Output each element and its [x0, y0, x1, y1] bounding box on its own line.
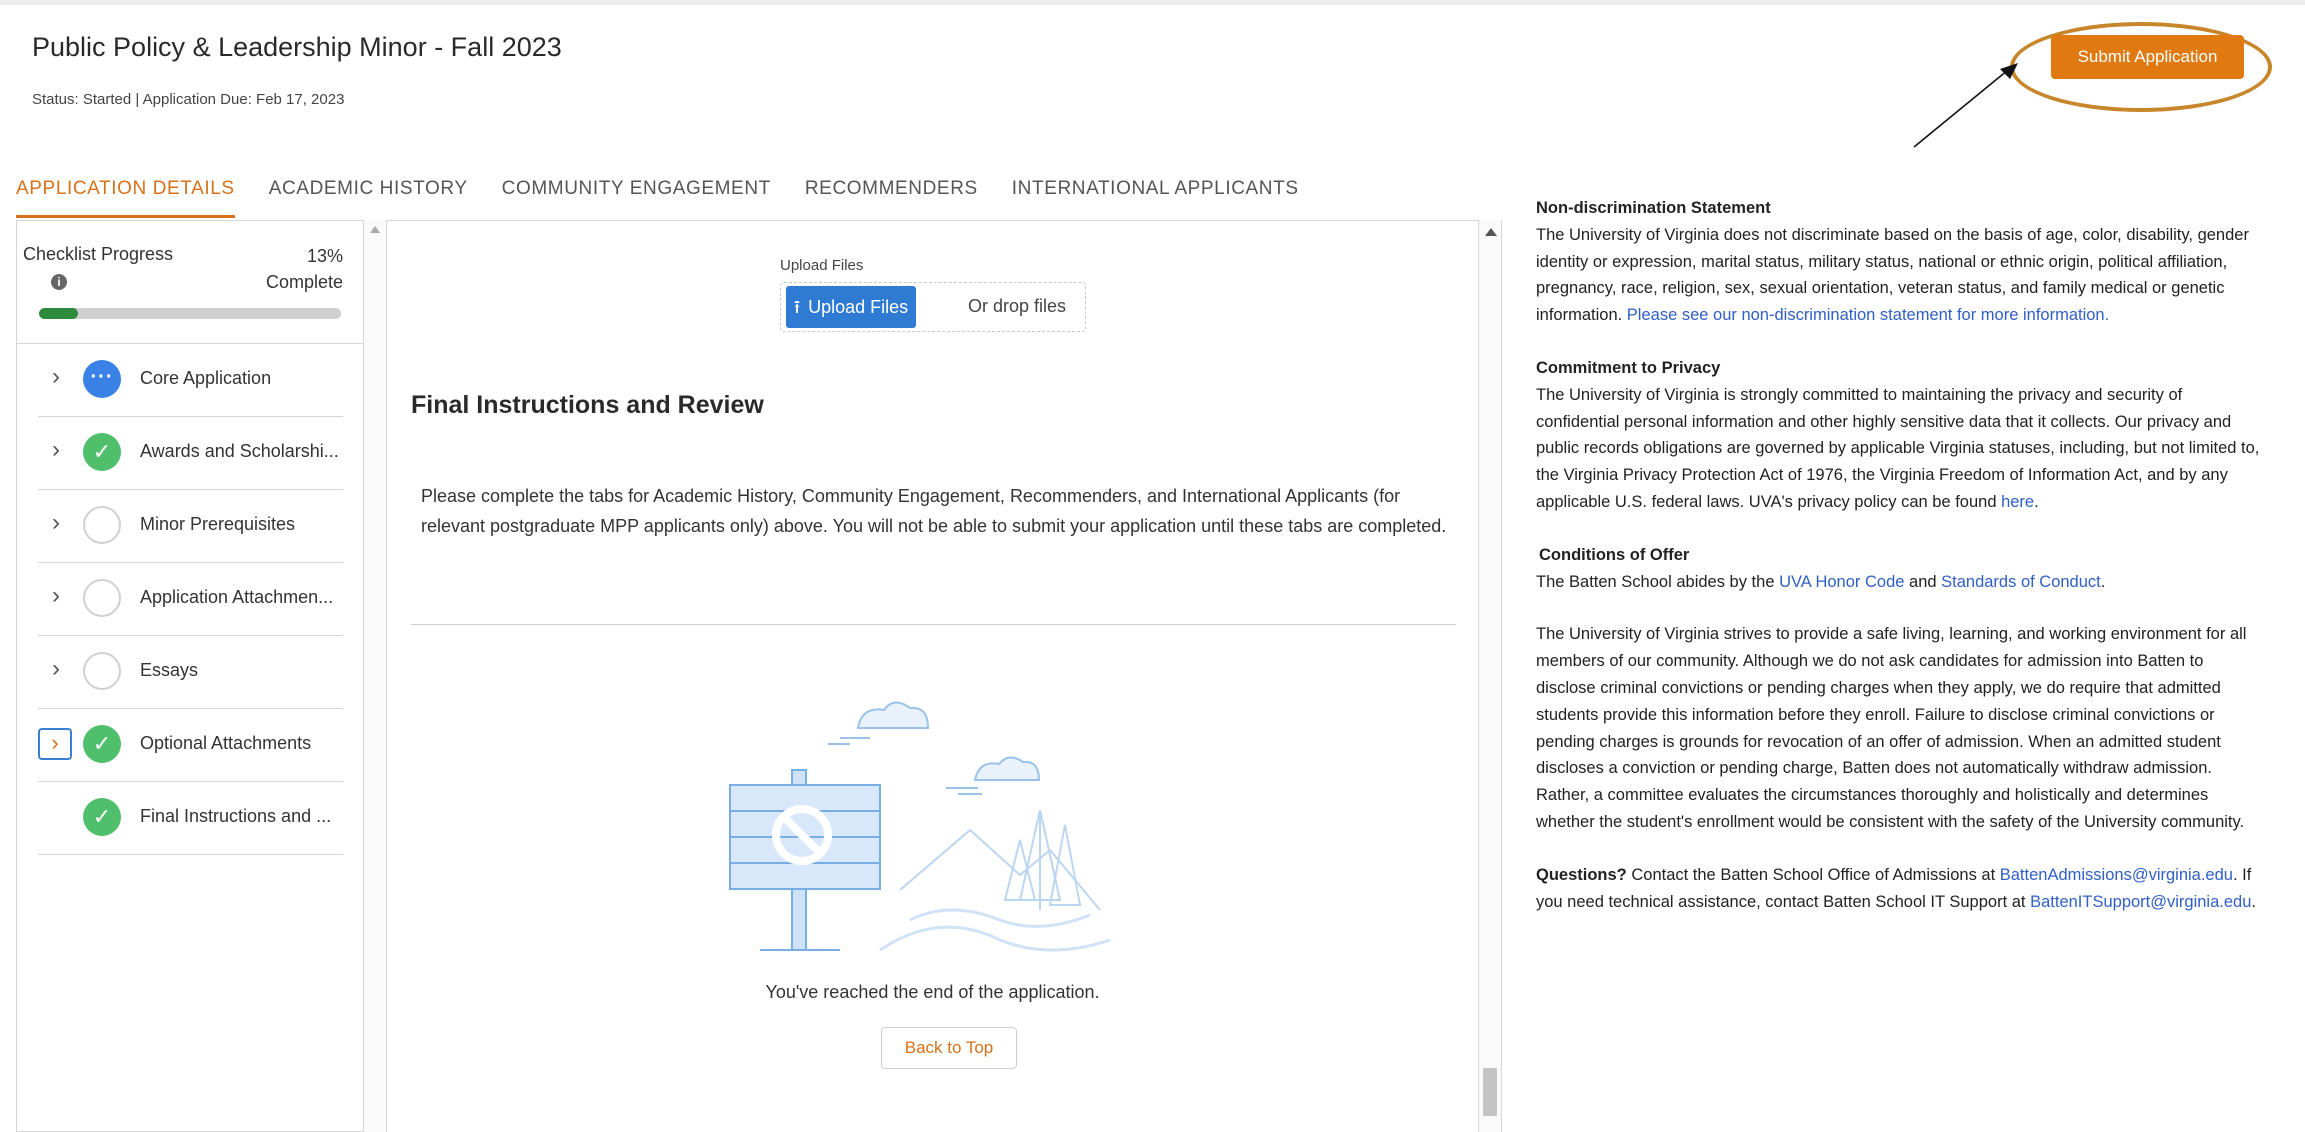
ellipsis-icon: ··· — [83, 360, 121, 398]
checklist-step[interactable]: › Minor Prerequisites — [38, 490, 343, 563]
checklist-step[interactable]: › Essays — [38, 636, 343, 709]
checkmark-icon: ✓ — [83, 433, 121, 471]
scroll-up-icon[interactable] — [1485, 228, 1497, 236]
checkmark-icon: ✓ — [83, 725, 121, 763]
checklist-step[interactable]: › ✓ Optional Attachments — [38, 709, 343, 782]
upload-files-button[interactable]: ⭱ Upload Files — [786, 286, 916, 328]
end-of-application-illustration — [729, 701, 1111, 952]
tab-academic-history[interactable]: ACADEMIC HISTORY — [269, 178, 468, 218]
tab-recommenders[interactable]: RECOMMENDERS — [805, 178, 978, 218]
checklist-step-label: Final Instructions and ... — [140, 806, 332, 826]
status-not-started-icon — [83, 579, 121, 617]
tab-bar: APPLICATION DETAILS ACADEMIC HISTORY COM… — [16, 178, 1333, 218]
checklist-step-label: Application Attachmen... — [140, 587, 334, 607]
checkmark-icon: ✓ — [83, 798, 121, 836]
instructions-text: Please complete the tabs for Academic Hi… — [421, 486, 1447, 536]
checklist-step[interactable]: › ✓ Awards and Scholarshi... — [38, 417, 343, 490]
tab-international-applicants[interactable]: INTERNATIONAL APPLICANTS — [1012, 178, 1299, 218]
conditions-end: . — [2100, 572, 2106, 591]
progress-bar — [39, 308, 341, 319]
privacy-end: . — [2034, 492, 2039, 511]
admissions-email-link[interactable]: BattenAdmissions@virginia.edu — [2000, 866, 2233, 884]
status-line: Status: Started | Application Due: Feb 1… — [32, 91, 345, 108]
chevron-right-icon[interactable]: › — [44, 657, 68, 682]
end-of-application-text: You've reached the end of the applicatio… — [765, 982, 1100, 1002]
scrollbar-thumb[interactable] — [1483, 1068, 1497, 1116]
chevron-right-icon[interactable]: › — [44, 438, 68, 463]
chevron-right-icon[interactable]: › — [44, 365, 68, 390]
checklist-step-label: Minor Prerequisites — [140, 514, 296, 534]
section-title: Final Instructions and Review — [411, 391, 764, 419]
checklist-steps: › ··· Core Application › ✓ Awards and Scholar… — [38, 344, 343, 855]
nondiscrimination-heading: Non-discrimination Statement — [1536, 199, 1771, 217]
nondiscrimination-link[interactable]: Please see our non-discrimination statem… — [1627, 306, 2109, 324]
it-support-email-link[interactable]: BattenITSupport@virginia.edu — [2030, 893, 2251, 911]
progress-bar-fill — [39, 308, 79, 319]
back-to-top-button[interactable]: Back to Top — [881, 1027, 1017, 1069]
environment-text: The University of Virginia strives to pr… — [1536, 625, 2247, 831]
questions-end: . — [2251, 892, 2256, 911]
checklist-step[interactable]: › ··· Core Application — [38, 344, 343, 417]
annotation-arrow — [1913, 63, 2018, 148]
upload-files-button-label: Upload Files — [808, 297, 909, 317]
checklist-progress-complete: Complete — [265, 272, 343, 292]
chevron-right-icon[interactable]: › — [44, 584, 68, 609]
content-scrollbar[interactable] — [1478, 220, 1502, 1132]
conditions-heading: Conditions of Offer — [1539, 545, 1690, 564]
questions-body: Contact the Batten School Office of Admi… — [1626, 865, 2000, 884]
tab-application-details[interactable]: APPLICATION DETAILS — [16, 178, 235, 218]
page-title: Public Policy & Leadership Minor - Fall … — [32, 32, 562, 62]
checklist-step-label: Awards and Scholarshi... — [140, 441, 339, 461]
honor-code-link[interactable]: UVA Honor Code — [1779, 573, 1904, 591]
policy-panel: Non-discrimination Statement The Univers… — [1536, 195, 2266, 941]
checklist-progress: Checklist Progress 13% i Complete — [23, 244, 343, 344]
conditions-text: The Batten School abides by the UVA Hono… — [1536, 569, 2266, 596]
tab-community-engagement[interactable]: COMMUNITY ENGAGEMENT — [502, 178, 771, 218]
upload-files-label: Upload Files — [780, 257, 864, 274]
questions-heading: Questions? — [1536, 865, 1627, 884]
checklist-progress-percent: 13% — [306, 246, 343, 266]
status-not-started-icon — [83, 652, 121, 690]
questions-text: Questions? Contact the Batten School Off… — [1536, 862, 2266, 916]
status-not-started-icon — [83, 506, 121, 544]
divider — [411, 624, 1456, 625]
chevron-right-icon[interactable]: › — [44, 511, 68, 536]
privacy-policy-link[interactable]: here — [2001, 493, 2034, 511]
privacy-text: The University of Virginia is strongly c… — [1536, 382, 2266, 516]
conditions-and: and — [1904, 572, 1942, 591]
upload-icon: ⭱ — [793, 297, 801, 317]
standards-of-conduct-link[interactable]: Standards of Conduct — [1941, 573, 2101, 591]
drop-files-text: Or drop files — [968, 296, 1067, 316]
privacy-heading: Commitment to Privacy — [1536, 358, 1721, 377]
privacy-body: The University of Virginia is strongly c… — [1536, 385, 2260, 511]
sidebar-scrollbar[interactable] — [363, 220, 387, 1132]
checklist-progress-label: Checklist Progress — [23, 244, 174, 264]
checklist-step-label: Core Application — [140, 368, 272, 388]
nondiscrimination-text: The University of Virginia does not disc… — [1536, 222, 2266, 329]
checklist-step-label: Optional Attachments — [140, 733, 312, 753]
chevron-right-icon[interactable]: › — [38, 728, 72, 760]
checklist-step[interactable]: › Application Attachmen... — [38, 563, 343, 636]
checklist-step[interactable]: ✓ Final Instructions and ... — [38, 782, 343, 855]
submit-application-button[interactable]: Submit Application — [2051, 35, 2244, 79]
scroll-up-icon[interactable] — [370, 226, 380, 233]
conditions-body: The Batten School abides by the — [1536, 572, 1780, 591]
info-icon[interactable]: i — [51, 274, 67, 290]
checklist-step-label: Essays — [140, 660, 199, 680]
